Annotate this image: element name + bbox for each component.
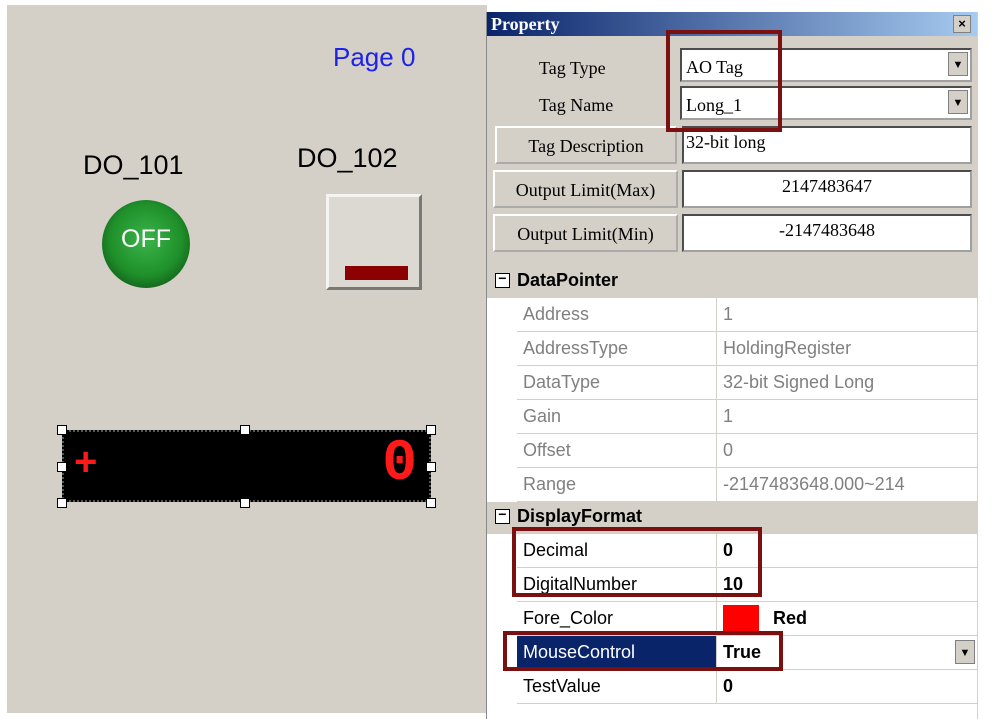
output-max-input[interactable]: 2147483647 — [682, 170, 972, 208]
property-row[interactable]: AddressType HoldingRegister — [517, 332, 977, 366]
numeric-display-widget[interactable]: + 0 — [62, 430, 431, 502]
property-value: 0 — [723, 440, 734, 460]
resize-handle-tc[interactable] — [240, 425, 250, 435]
property-name: Range — [517, 468, 717, 501]
property-row[interactable]: Offset 0 — [517, 434, 977, 468]
property-value: HoldingRegister — [723, 338, 852, 358]
chevron-down-icon[interactable]: ▼ — [955, 640, 975, 664]
property-value: 1 — [723, 304, 734, 324]
tag-type-label: Tag Type — [539, 58, 606, 78]
resize-handle-tl[interactable] — [57, 425, 67, 435]
property-row[interactable]: Address 1 — [517, 298, 977, 332]
design-canvas[interactable] — [7, 5, 487, 713]
property-row-test-value[interactable]: TestValue 0 — [517, 670, 977, 704]
resize-handle-ml[interactable] — [57, 462, 67, 472]
output-max-label: Output Limit(Max) — [493, 170, 678, 208]
tag-name-label: Tag Name — [539, 95, 614, 115]
chevron-down-icon[interactable]: ▼ — [948, 90, 968, 114]
property-row[interactable]: Gain 1 — [517, 400, 977, 434]
output-min-input[interactable]: -2147483648 — [682, 214, 972, 252]
resize-handle-tr[interactable] — [426, 425, 436, 435]
display-digit: 0 — [382, 432, 417, 497]
tag-description-label: Tag Description — [495, 126, 677, 164]
do101-label: DO_101 — [83, 150, 184, 180]
output-min-label: Output Limit(Min) — [493, 214, 678, 252]
property-name: Gain — [517, 400, 717, 433]
resize-handle-mr[interactable] — [426, 462, 436, 472]
property-name: TestValue — [517, 670, 717, 703]
property-row[interactable]: DataType 32-bit Signed Long — [517, 366, 977, 400]
do102-push-button[interactable] — [326, 194, 422, 290]
property-name: DataType — [517, 366, 717, 399]
indicator-bar — [345, 266, 408, 280]
property-name: Offset — [517, 434, 717, 467]
resize-handle-bl[interactable] — [57, 498, 67, 508]
category-name: DataPointer — [517, 270, 619, 290]
property-value: -2147483648.000~214 — [723, 474, 905, 494]
resize-handle-bc[interactable] — [240, 498, 250, 508]
close-icon[interactable]: × — [953, 15, 971, 33]
sign-indicator: + — [74, 440, 98, 484]
highlight-decimal-digits — [512, 527, 762, 597]
resize-handle-br[interactable] — [426, 498, 436, 508]
property-name: AddressType — [517, 332, 717, 365]
page-title: Page 0 — [333, 42, 416, 72]
property-row[interactable]: Range -2147483648.000~214 — [517, 468, 977, 502]
property-title: Property — [491, 14, 560, 34]
color-swatch — [723, 605, 759, 631]
property-name: Address — [517, 298, 717, 331]
category-name: DisplayFormat — [517, 506, 643, 526]
highlight-tag-fields — [666, 30, 782, 132]
collapse-icon[interactable]: − — [495, 509, 510, 524]
do102-label: DO_102 — [297, 143, 398, 173]
property-value: 32-bit Signed Long — [723, 372, 875, 392]
highlight-mouse-control — [503, 631, 783, 671]
chevron-down-icon[interactable]: ▼ — [948, 52, 968, 76]
collapse-icon[interactable]: − — [495, 273, 510, 288]
do101-off-button[interactable]: OFF — [102, 200, 190, 288]
off-button-text: OFF — [121, 225, 171, 253]
property-value: 0 — [723, 676, 734, 696]
category-datapointer[interactable]: − DataPointer — [487, 266, 977, 298]
property-value: 1 — [723, 406, 734, 426]
